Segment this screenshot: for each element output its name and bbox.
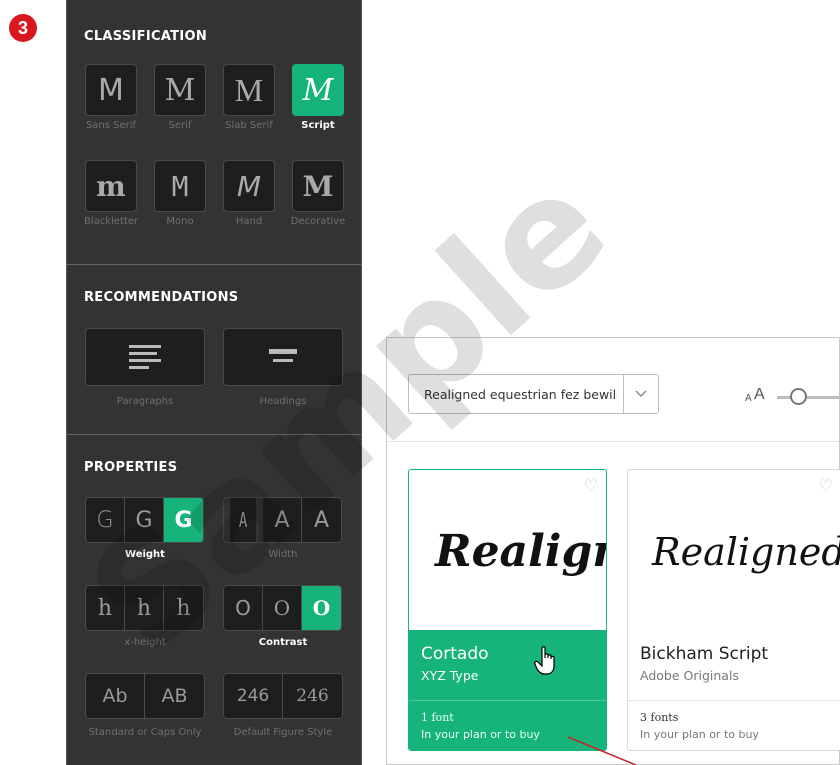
classification-label-blackletter: Blackletter bbox=[83, 216, 139, 227]
availability-text: In your plan or to buy bbox=[640, 728, 759, 741]
caps-only[interactable]: AB bbox=[145, 674, 204, 718]
hand-cursor-icon bbox=[534, 646, 555, 675]
sample-text-field[interactable]: Realigned equestrian fez bewilde bbox=[408, 374, 659, 414]
toolbar-divider bbox=[387, 441, 839, 442]
properties-title: PROPERTIES bbox=[84, 460, 178, 475]
width-normal[interactable]: A bbox=[263, 498, 302, 542]
font-sample-text: Realigne bbox=[435, 526, 606, 577]
classification-serif[interactable]: M bbox=[154, 64, 206, 116]
font-sample-text: Realigned bbox=[652, 530, 840, 574]
font-preview: ♡ Realigne bbox=[409, 470, 606, 630]
classification-label-slab-serif: Slab Serif bbox=[225, 120, 273, 131]
page: 3 CLASSIFICATION M Sans Serif M Serif M … bbox=[0, 0, 840, 765]
classification-mono[interactable]: M bbox=[154, 160, 206, 212]
xheight-label: x-height bbox=[124, 637, 166, 648]
font-card-cortado[interactable]: ♡ Realigne Cortado XYZ Type 1 font In yo… bbox=[408, 469, 607, 751]
classification-decorative[interactable]: M bbox=[292, 160, 344, 212]
hand-glyph: M bbox=[236, 169, 262, 203]
recommendation-paragraphs[interactable] bbox=[85, 328, 205, 386]
weight-label: Weight bbox=[125, 549, 165, 560]
font-count: 1 font bbox=[421, 711, 454, 724]
size-small-icon: A bbox=[745, 393, 752, 404]
font-preview: ♡ Realigned bbox=[628, 470, 840, 630]
font-card-info: Bickham Script Adobe Originals bbox=[628, 630, 840, 700]
font-foundry: XYZ Type bbox=[421, 668, 479, 683]
figure-oldstyle[interactable]: 246 bbox=[283, 674, 342, 718]
font-card-meta: 3 fonts In your plan or to buy bbox=[628, 700, 840, 750]
decorative-glyph: M bbox=[302, 169, 334, 203]
width-selector[interactable]: A A A bbox=[223, 497, 342, 543]
classification-label-script: Script bbox=[301, 120, 335, 131]
classification-sans-serif[interactable]: M bbox=[85, 64, 137, 116]
font-card-info: Cortado XYZ Type bbox=[409, 630, 606, 700]
font-foundry: Adobe Originals bbox=[640, 668, 739, 683]
size-slider-handle[interactable] bbox=[790, 388, 807, 405]
weight-light[interactable]: G bbox=[86, 498, 125, 542]
classification-hand[interactable]: M bbox=[223, 160, 275, 212]
contrast-low[interactable]: O bbox=[224, 586, 263, 630]
xheight-medium[interactable]: h bbox=[125, 586, 164, 630]
figure-lining[interactable]: 246 bbox=[224, 674, 283, 718]
recommendation-label-headings: Headings bbox=[259, 396, 307, 407]
xheight-high[interactable]: h bbox=[164, 586, 203, 630]
sample-text-dropdown-button[interactable] bbox=[623, 375, 659, 413]
xheight-low[interactable]: h bbox=[86, 586, 125, 630]
sample-text-input[interactable]: Realigned equestrian fez bewilde bbox=[409, 387, 617, 402]
width-label: Width bbox=[268, 549, 298, 560]
heart-icon[interactable]: ♡ bbox=[819, 476, 833, 496]
font-name: Cortado bbox=[421, 644, 489, 664]
classification-blackletter[interactable]: m bbox=[85, 160, 137, 212]
section-divider bbox=[67, 264, 361, 265]
font-count: 3 fonts bbox=[640, 711, 679, 724]
caps-standard[interactable]: Ab bbox=[86, 674, 145, 718]
font-card-bickham-script[interactable]: ♡ Realigned Bickham Script Adobe Origina… bbox=[627, 469, 840, 751]
size-slider-track[interactable] bbox=[777, 396, 840, 399]
classification-label-sans-serif: Sans Serif bbox=[85, 120, 137, 131]
weight-regular[interactable]: G bbox=[125, 498, 164, 542]
contrast-medium[interactable]: O bbox=[263, 586, 302, 630]
heading-lines-icon bbox=[269, 349, 297, 362]
classification-script[interactable]: M bbox=[292, 64, 344, 116]
filter-panel: CLASSIFICATION M Sans Serif M Serif M Sl… bbox=[66, 0, 362, 765]
callout-line bbox=[567, 736, 637, 765]
figure-style-label: Default Figure Style bbox=[233, 727, 333, 738]
section-divider bbox=[67, 434, 361, 435]
font-browser: Realigned equestrian fez bewilde A A ♡ R… bbox=[386, 337, 840, 765]
caps-label: Standard or Caps Only bbox=[88, 727, 202, 738]
sans-serif-glyph: M bbox=[98, 72, 124, 108]
xheight-selector[interactable]: h h h bbox=[85, 585, 204, 631]
weight-selector[interactable]: G G G bbox=[85, 497, 204, 543]
script-glyph: M bbox=[302, 72, 334, 108]
classification-label-hand: Hand bbox=[235, 216, 263, 227]
serif-glyph: M bbox=[164, 72, 196, 108]
recommendation-label-paragraphs: Paragraphs bbox=[116, 396, 174, 407]
caps-selector[interactable]: Ab AB bbox=[85, 673, 205, 719]
blackletter-glyph: m bbox=[96, 169, 126, 203]
classification-label-decorative: Decorative bbox=[290, 216, 346, 227]
step-badge: 3 bbox=[9, 14, 37, 42]
classification-title: CLASSIFICATION bbox=[84, 29, 208, 44]
contrast-high[interactable]: O bbox=[302, 586, 341, 630]
figure-style-selector[interactable]: 246 246 bbox=[223, 673, 343, 719]
heart-icon[interactable]: ♡ bbox=[584, 476, 598, 496]
weight-bold[interactable]: G bbox=[164, 498, 203, 542]
paragraph-lines-icon bbox=[129, 345, 161, 369]
contrast-selector[interactable]: O O O bbox=[223, 585, 342, 631]
width-narrow[interactable]: A bbox=[229, 498, 258, 542]
classification-label-serif: Serif bbox=[168, 120, 192, 131]
contrast-label: Contrast bbox=[258, 637, 308, 648]
slab-serif-glyph: M bbox=[234, 71, 264, 108]
recommendations-title: RECOMMENDATIONS bbox=[84, 290, 239, 305]
mono-glyph: M bbox=[171, 169, 189, 203]
width-wide[interactable]: A bbox=[302, 498, 341, 542]
classification-label-mono: Mono bbox=[166, 216, 194, 227]
classification-slab-serif[interactable]: M bbox=[223, 64, 275, 116]
font-name: Bickham Script bbox=[640, 644, 769, 664]
size-big-icon: A bbox=[754, 386, 765, 403]
recommendation-headings[interactable] bbox=[223, 328, 343, 386]
chevron-down-icon bbox=[635, 390, 647, 398]
